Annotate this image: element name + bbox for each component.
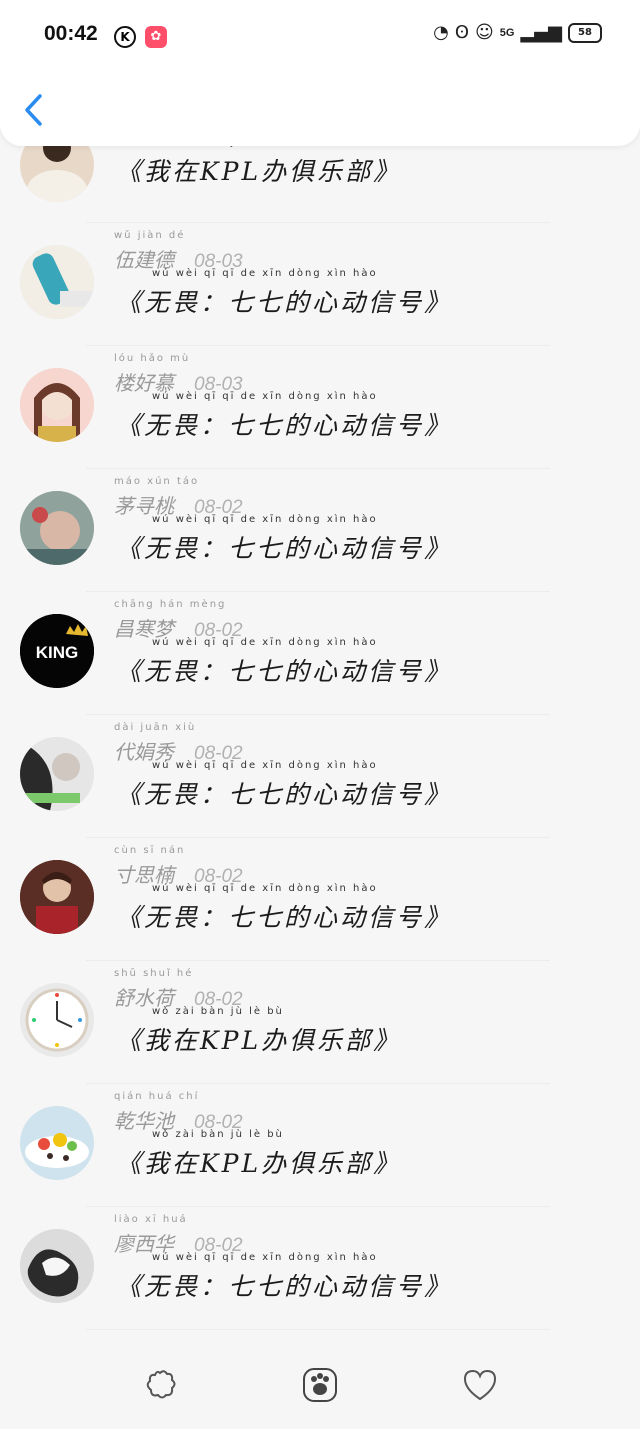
flower-icon (146, 1369, 176, 1398)
five-g-label: 5G (499, 26, 515, 39)
user-name-pinyin: qián huá chí (114, 1091, 200, 1102)
book-title-pinyin: wǒ zài bàn jù lè bù (152, 1129, 284, 1140)
status-time: 00:42 (44, 22, 98, 45)
wifi-icon: ◔ (433, 22, 449, 43)
tab-paw[interactable] (300, 1365, 340, 1405)
name-line: chāng hán mèng 昌寒梦 08-02 (114, 599, 243, 642)
user-name-pinyin: lóu hǎo mù (114, 353, 191, 364)
list-item[interactable]: shū shuǐ hé 舒水荷 08-02 wǒ zài bàn jù lè b… (0, 961, 640, 1084)
list-item[interactable]: wǔ jiàn dé 伍建德 08-03 wú wèi qī qī de xīn… (0, 223, 640, 346)
chevron-left-icon (25, 94, 42, 126)
list-item[interactable]: cùn sī nán 寸思楠 08-02 wú wèi qī qī de xīn… (0, 838, 640, 961)
avatar[interactable] (20, 1229, 94, 1303)
user-name-pinyin: máo xún táo (114, 476, 200, 487)
book-title-pinyin: wú wèi qī qī de xīn dòng xìn hào (152, 391, 378, 402)
name-line: máo xún táo 茅寻桃 08-02 (114, 476, 243, 519)
list-item[interactable]: qián huá chí 乾华池 08-02 wǒ zài bàn jù lè … (0, 1084, 640, 1207)
back-button[interactable] (22, 94, 48, 126)
book-title[interactable]: wú wèi qī qī de xīn dòng xìn hào 《无畏：七七的… (116, 760, 452, 811)
name-line: qián huá chí 乾华池 08-02 (114, 1091, 243, 1134)
system-icons: ◔ ʘ ☺ 5G ▂▄▆ 58 (433, 22, 602, 43)
name-line: shū shuǐ hé 舒水荷 08-02 (114, 968, 243, 1011)
bluetooth-icon: ʘ (454, 22, 470, 43)
user-name-pinyin: chāng hán mèng (114, 599, 227, 610)
avatar[interactable] (20, 860, 94, 934)
book-title[interactable]: wú wèi qī qī de xīn dòng xìn hào 《无畏：七七的… (116, 637, 452, 688)
avatar[interactable] (20, 983, 94, 1057)
avatar[interactable] (20, 491, 94, 565)
book-title-pinyin: wǒ zài bàn jù lè bù (152, 1006, 284, 1017)
user-name-pinyin: liào xī huá (114, 1214, 188, 1225)
book-title[interactable]: wǒ zài bàn jù lè bù 《我在KPL办俱乐部》 (116, 1129, 401, 1180)
name-line: lóu hǎo mù 楼好慕 08-03 (114, 353, 243, 396)
book-title[interactable]: wǒ zài bàn jù lè bù 《我在KPL办俱乐部》 (116, 137, 401, 188)
paw-icon (303, 1367, 337, 1402)
tab-heart[interactable] (460, 1365, 500, 1405)
book-title[interactable]: wǒ zài bàn jù lè bù 《我在KPL办俱乐部》 (116, 1006, 401, 1057)
divider (86, 1329, 550, 1330)
avatar[interactable]: KING (20, 614, 94, 688)
user-name-pinyin: dài juān xiù (114, 722, 197, 733)
list-item[interactable]: máo xún táo 茅寻桃 08-02 wú wèi qī qī de xī… (0, 469, 640, 592)
user-name-pinyin: cùn sī nán (114, 845, 186, 856)
king-text: KING (36, 643, 79, 662)
avatar[interactable] (20, 1106, 94, 1180)
book-title-pinyin: wú wèi qī qī de xīn dòng xìn hào (152, 1252, 378, 1263)
list-item[interactable]: lóu hǎo mù 楼好慕 08-03 wú wèi qī qī de xīn… (0, 346, 640, 469)
user-name-pinyin: wǔ jiàn dé (114, 230, 186, 241)
signal-icon: ▂▄▆ (520, 22, 562, 43)
name-line: cùn sī nán 寸思楠 08-02 (114, 845, 243, 888)
book-title[interactable]: wú wèi qī qī de xīn dòng xìn hào 《无畏：七七的… (116, 391, 452, 442)
name-line: dài juān xiù 代娟秀 08-02 (114, 722, 243, 765)
vibrate-icon: ☺ (475, 22, 494, 43)
book-title-pinyin: wú wèi qī qī de xīn dòng xìn hào (152, 760, 378, 771)
k-app-icon: K (114, 26, 136, 48)
user-name-pinyin: shū shuǐ hé (114, 968, 194, 979)
list-item[interactable]: KING chāng hán mèng 昌寒梦 08-02 wú wèi qī … (0, 592, 640, 715)
book-title[interactable]: wú wèi qī qī de xīn dòng xìn hào 《无畏：七七的… (116, 1252, 452, 1303)
avatar[interactable] (20, 245, 94, 319)
bottom-tabbar (0, 1340, 640, 1429)
name-line: liào xī huá 廖西华 08-02 (114, 1214, 243, 1257)
list-item[interactable]: liào xī huá 廖西华 08-02 wú wèi qī qī de xī… (0, 1207, 640, 1330)
top-header: 00:42 K ✿ ◔ ʘ ☺ 5G ▂▄▆ 58 (0, 0, 640, 146)
book-title-pinyin: wú wèi qī qī de xīn dòng xìn hào (152, 268, 378, 279)
book-title-pinyin: wú wèi qī qī de xīn dòng xìn hào (152, 514, 378, 525)
name-line: wǔ jiàn dé 伍建德 08-03 (114, 230, 243, 273)
book-title[interactable]: wú wèi qī qī de xīn dòng xìn hào 《无畏：七七的… (116, 514, 452, 565)
avatar[interactable] (20, 737, 94, 811)
book-title-pinyin: wú wèi qī qī de xīn dòng xìn hào (152, 637, 378, 648)
book-title[interactable]: wú wèi qī qī de xīn dòng xìn hào 《无畏：七七的… (116, 268, 452, 319)
book-title-pinyin: wú wèi qī qī de xīn dòng xìn hào (152, 883, 378, 894)
tab-flower[interactable] (140, 1365, 180, 1405)
app-notification-icon: ✿ (145, 26, 167, 48)
book-title[interactable]: wú wèi qī qī de xīn dòng xìn hào 《无畏：七七的… (116, 883, 452, 934)
battery-icon: 58 (568, 22, 602, 43)
heart-icon (463, 1369, 497, 1400)
list-item[interactable]: dài juān xiù 代娟秀 08-02 wú wèi qī qī de x… (0, 715, 640, 838)
avatar[interactable] (20, 368, 94, 442)
